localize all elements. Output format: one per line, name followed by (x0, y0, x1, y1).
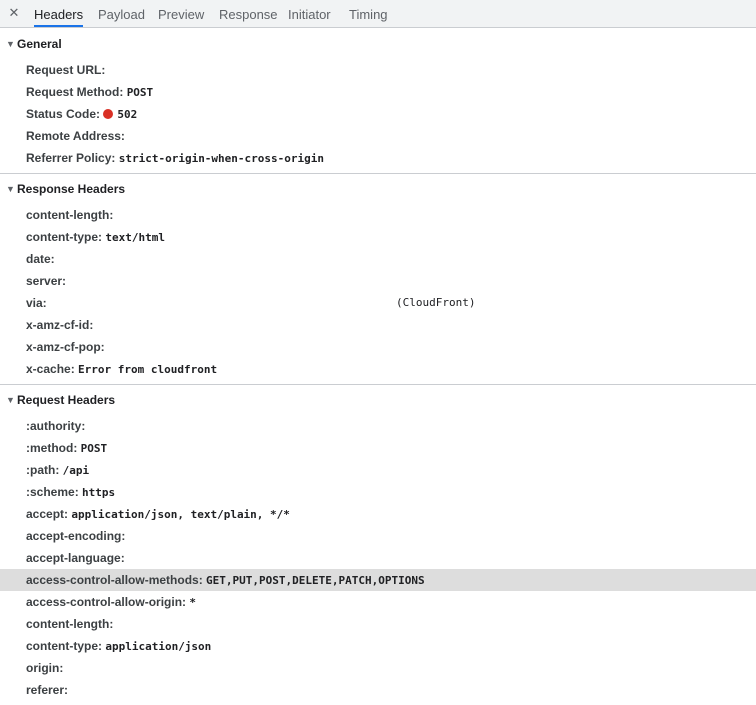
header-row-scheme[interactable]: :scheme: https (0, 481, 756, 503)
header-row-content-type[interactable]: content-type: text/html (0, 226, 756, 248)
header-key: :scheme: https (26, 485, 116, 499)
header-key: Referrer Policy: strict-origin-when-cros… (26, 151, 325, 165)
header-row-method[interactable]: :method: POST (0, 437, 756, 459)
header-key: x-amz-cf-id: (26, 318, 94, 332)
header-value: strict-origin-when-cross-origin (118, 152, 325, 165)
header-row-via[interactable]: via: (CloudFront) (0, 292, 756, 314)
header-row-content-length[interactable]: content-length: (0, 204, 756, 226)
header-row-server[interactable]: server: (0, 270, 756, 292)
header-key: Request URL: (26, 63, 106, 77)
header-row-remote-address[interactable]: Remote Address: (0, 125, 756, 147)
expand-triangle-icon[interactable]: ▼ (6, 385, 15, 415)
header-row-accept[interactable]: accept: application/json, text/plain, */… (0, 503, 756, 525)
header-value: Error from cloudfront (78, 363, 218, 376)
tab-timing[interactable]: Timing (349, 0, 388, 27)
header-row-accept-encoding[interactable]: accept-encoding: (0, 525, 756, 547)
header-row-path[interactable]: :path: /api (0, 459, 756, 481)
section-title: General (17, 37, 62, 51)
expand-triangle-icon[interactable]: ▼ (6, 29, 15, 59)
header-row-origin[interactable]: origin: (0, 657, 756, 679)
request-headers-section-header[interactable]: ▼ Request Headers (0, 385, 756, 415)
status-code-value: 502 (117, 108, 138, 121)
header-value: POST (80, 442, 108, 455)
header-key: access-control-allow-origin: * (26, 595, 196, 609)
header-row-x-cache[interactable]: x-cache: Error from cloudfront (0, 358, 756, 380)
status-error-icon (103, 109, 114, 119)
header-row-accept-language[interactable]: accept-language: (0, 547, 756, 569)
header-row-access-control-allow-origin[interactable]: access-control-allow-origin: * (0, 591, 756, 613)
header-row-x-amz-cf-pop[interactable]: x-amz-cf-pop: (0, 336, 756, 358)
header-key: x-amz-cf-pop: (26, 340, 105, 354)
header-row-request-method[interactable]: Request Method: POST (0, 81, 756, 103)
response-headers-section-header[interactable]: ▼ Response Headers (0, 174, 756, 204)
header-key: via: (26, 296, 47, 310)
tab-response[interactable]: Response (219, 0, 278, 27)
devtools-tab-bar: ✕ Headers Payload Preview Response Initi… (0, 0, 756, 28)
header-value: https (82, 486, 116, 499)
header-value: (CloudFront) (396, 296, 476, 309)
expand-triangle-icon[interactable]: ▼ (6, 174, 15, 204)
header-value: * (189, 596, 196, 609)
header-key: date: (26, 252, 55, 266)
header-key: Remote Address: (26, 129, 125, 143)
tab-initiator[interactable]: Initiator (288, 0, 331, 27)
header-key: content-length: (26, 208, 114, 222)
tab-preview[interactable]: Preview (158, 0, 204, 27)
header-key: Status Code: 502 (26, 107, 138, 121)
close-icon[interactable]: ✕ (6, 5, 22, 21)
header-row-referer[interactable]: referer: (0, 679, 756, 701)
header-value: GET,PUT,POST,DELETE,PATCH,OPTIONS (206, 574, 425, 587)
header-key: accept-encoding: (26, 529, 126, 543)
header-key: accept: application/json, text/plain, */… (26, 507, 290, 521)
header-key: content-length: (26, 617, 114, 631)
header-row-content-type[interactable]: content-type: application/json (0, 635, 756, 657)
header-key: :authority: (26, 419, 86, 433)
header-value: text/html (105, 231, 165, 244)
header-key: :path: /api (26, 463, 90, 477)
header-row-request-url[interactable]: Request URL: (0, 59, 756, 81)
header-row-authority[interactable]: :authority: (0, 415, 756, 437)
header-key: server: (26, 274, 67, 288)
header-row-content-length[interactable]: content-length: (0, 613, 756, 635)
header-row-status-code[interactable]: Status Code: 502 (0, 103, 756, 125)
header-value: POST (126, 86, 154, 99)
header-key: accept-language: (26, 551, 125, 565)
header-key: content-type: text/html (26, 230, 165, 244)
header-key: x-cache: Error from cloudfront (26, 362, 218, 376)
headers-panel: ▼ General Request URL: Request Method: P… (0, 29, 756, 705)
header-key: referer: (26, 683, 69, 697)
section-title: Request Headers (17, 393, 116, 407)
header-key: access-control-allow-methods: GET,PUT,PO… (26, 573, 425, 587)
tab-headers[interactable]: Headers (34, 0, 84, 27)
response-headers-section: ▼ Response Headers content-length: conte… (0, 174, 756, 385)
header-row-x-amz-cf-id[interactable]: x-amz-cf-id: (0, 314, 756, 336)
tab-payload[interactable]: Payload (98, 0, 145, 27)
header-row-date[interactable]: date: (0, 248, 756, 270)
section-title: Response Headers (17, 182, 126, 196)
header-row-access-control-allow-methods[interactable]: access-control-allow-methods: GET,PUT,PO… (0, 569, 756, 591)
header-key: Request Method: POST (26, 85, 154, 99)
header-value: application/json, text/plain, */* (71, 508, 290, 521)
general-section-header[interactable]: ▼ General (0, 29, 756, 59)
general-section: ▼ General Request URL: Request Method: P… (0, 29, 756, 174)
header-value: application/json (105, 640, 212, 653)
header-key: content-type: application/json (26, 639, 212, 653)
header-key: origin: (26, 661, 64, 675)
header-value: /api (62, 464, 90, 477)
request-headers-section: ▼ Request Headers :authority: :method: P… (0, 385, 756, 705)
header-key: :method: POST (26, 441, 108, 455)
header-row-referrer-policy[interactable]: Referrer Policy: strict-origin-when-cros… (0, 147, 756, 169)
